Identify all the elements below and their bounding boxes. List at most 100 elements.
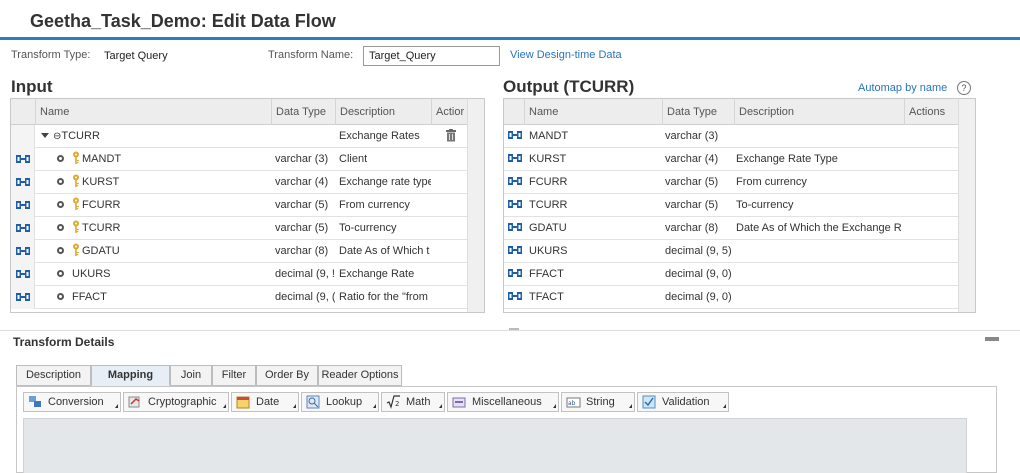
- column-bullet-icon: [57, 293, 64, 300]
- mapping-connector-icon[interactable]: [16, 178, 30, 186]
- input-grid-scrollbar[interactable]: [467, 99, 484, 312]
- mapping-connector-icon[interactable]: [16, 270, 30, 278]
- math-button[interactable]: 2 Math: [381, 392, 445, 412]
- key-icon: [73, 197, 79, 210]
- column-datatype: varchar (5): [665, 199, 719, 211]
- collapse-arrow-icon[interactable]: [41, 133, 49, 138]
- mapping-connector-icon[interactable]: [508, 131, 522, 139]
- table-row[interactable]: UKURS decimal (9, ! Exchange Rate: [11, 263, 467, 286]
- mapping-connector-icon[interactable]: [508, 246, 522, 254]
- table-row[interactable]: UKURS decimal (9, 5): [504, 240, 958, 263]
- table-row[interactable]: GDATU varchar (8) Date As of Which t: [11, 240, 467, 263]
- column-bullet-icon: [57, 270, 64, 277]
- string-icon: ab: [566, 397, 581, 408]
- date-button[interactable]: Date: [231, 392, 299, 412]
- column-header-name[interactable]: Name: [524, 99, 662, 125]
- input-title: Input: [11, 77, 53, 96]
- tab-order-by[interactable]: Order By: [256, 365, 318, 386]
- minimize-icon[interactable]: [985, 337, 999, 341]
- column-header-actions[interactable]: Actions: [904, 99, 958, 125]
- column-description: Client: [339, 153, 368, 165]
- column-bullet-icon: [57, 224, 64, 231]
- column-datatype: varchar (4): [275, 176, 329, 188]
- string-button[interactable]: ab String: [561, 392, 635, 412]
- column-description: Ratio for the "from: [339, 291, 428, 303]
- mapping-connector-icon[interactable]: [16, 293, 30, 301]
- column-datatype: varchar (8): [275, 245, 329, 257]
- mapping-connector-icon[interactable]: [16, 224, 30, 232]
- help-icon[interactable]: ?: [957, 81, 971, 95]
- svg-text:2: 2: [395, 400, 399, 408]
- output-grid: Name Data Type Description Actions MANDT…: [503, 98, 976, 313]
- dropdown-arrow-icon: [723, 404, 726, 408]
- column-description: To-currency: [736, 199, 794, 211]
- tab-filter[interactable]: Filter: [212, 365, 256, 386]
- table-row[interactable]: MANDT varchar (3): [504, 125, 958, 148]
- mapping-connector-icon[interactable]: [508, 154, 522, 162]
- table-row[interactable]: FCURR varchar (5) From currency: [504, 171, 958, 194]
- table-row[interactable]: FFACT decimal (9, 0): [504, 263, 958, 286]
- tab-description[interactable]: Description: [16, 365, 91, 386]
- table-row[interactable]: TFACT decimal (9, 0): [504, 286, 958, 309]
- tab-reader-options[interactable]: Reader Options: [318, 365, 402, 386]
- mapping-connector-icon[interactable]: [508, 200, 522, 208]
- mapping-connector-icon[interactable]: [508, 292, 522, 300]
- column-datatype: varchar (5): [275, 222, 329, 234]
- column-name: UKURS: [529, 245, 568, 257]
- mapping-connector-icon[interactable]: [508, 177, 522, 185]
- column-name: UKURS: [72, 268, 111, 280]
- view-design-time-data-link[interactable]: View Design-time Data: [510, 49, 622, 61]
- table-row[interactable]: KURST varchar (4) Exchange rate type: [11, 171, 467, 194]
- table-row[interactable]: TCURR varchar (5) To-currency: [11, 217, 467, 240]
- column-header-description[interactable]: Description: [734, 99, 904, 125]
- mapping-connector-icon[interactable]: [508, 223, 522, 231]
- dropdown-arrow-icon: [553, 404, 556, 408]
- column-header-actions[interactable]: Actior: [431, 99, 467, 125]
- column-bullet-icon: [57, 201, 64, 208]
- column-datatype: decimal (9, 5): [665, 245, 732, 257]
- transform-properties: Transform Type: Target Query Transform N…: [0, 43, 1020, 67]
- column-header-datatype[interactable]: Data Type: [662, 99, 734, 125]
- column-description: To-currency: [339, 222, 397, 234]
- mapping-connector-icon[interactable]: [16, 155, 30, 163]
- column-name: TFACT: [529, 291, 564, 303]
- automap-by-name-link[interactable]: Automap by name: [858, 82, 947, 94]
- mapping-connector-icon[interactable]: [16, 201, 30, 209]
- column-header-description[interactable]: Description: [335, 99, 431, 125]
- column-description: [732, 286, 904, 309]
- page-title: Geetha_Task_Demo: Edit Data Flow: [30, 11, 336, 31]
- mapping-expression-editor[interactable]: [23, 418, 967, 473]
- date-label: Date: [256, 396, 280, 408]
- validation-button[interactable]: Validation: [637, 392, 729, 412]
- output-grid-header: Name Data Type Description Actions: [504, 99, 975, 125]
- column-header-datatype[interactable]: Data Type: [271, 99, 335, 125]
- column-name: GDATU: [529, 222, 567, 234]
- transform-type-value: Target Query: [104, 50, 168, 62]
- mapping-connector-icon[interactable]: [16, 247, 30, 255]
- mapping-connector-icon[interactable]: [508, 269, 522, 277]
- key-icon: [73, 151, 79, 164]
- trash-icon[interactable]: [445, 129, 457, 142]
- validation-label: Validation: [662, 396, 710, 408]
- table-row[interactable]: GDATU varchar (8) Date As of Which the Exc…: [504, 217, 958, 240]
- table-row[interactable]: MANDT varchar (3) Client: [11, 148, 467, 171]
- miscellaneous-button[interactable]: Miscellaneous: [447, 392, 559, 412]
- tab-join[interactable]: Join: [170, 365, 212, 386]
- table-row[interactable]: ⊖TCURR Exchange Rates: [11, 125, 467, 148]
- conversion-button[interactable]: Conversion: [23, 392, 121, 412]
- column-header-name[interactable]: Name: [35, 99, 271, 125]
- tab-mapping[interactable]: Mapping: [91, 365, 170, 386]
- table-row[interactable]: FCURR varchar (5) From currency: [11, 194, 467, 217]
- lookup-button[interactable]: Lookup: [301, 392, 379, 412]
- column-description: Date As of Which t: [339, 245, 430, 257]
- output-grid-scrollbar[interactable]: [958, 99, 975, 312]
- column-description: [732, 125, 904, 148]
- column-datatype: varchar (5): [665, 176, 719, 188]
- table-row[interactable]: FFACT decimal (9, (Ratio for the "from: [11, 286, 467, 309]
- table-row[interactable]: KURST varchar (4) Exchange Rate Type: [504, 148, 958, 171]
- column-description: Exchange Rate: [339, 268, 415, 280]
- cryptographic-button[interactable]: Cryptographic: [123, 392, 229, 412]
- output-title: Output (TCURR): [503, 77, 635, 96]
- transform-name-input[interactable]: [363, 46, 500, 66]
- table-row[interactable]: TCURR varchar (5) To-currency: [504, 194, 958, 217]
